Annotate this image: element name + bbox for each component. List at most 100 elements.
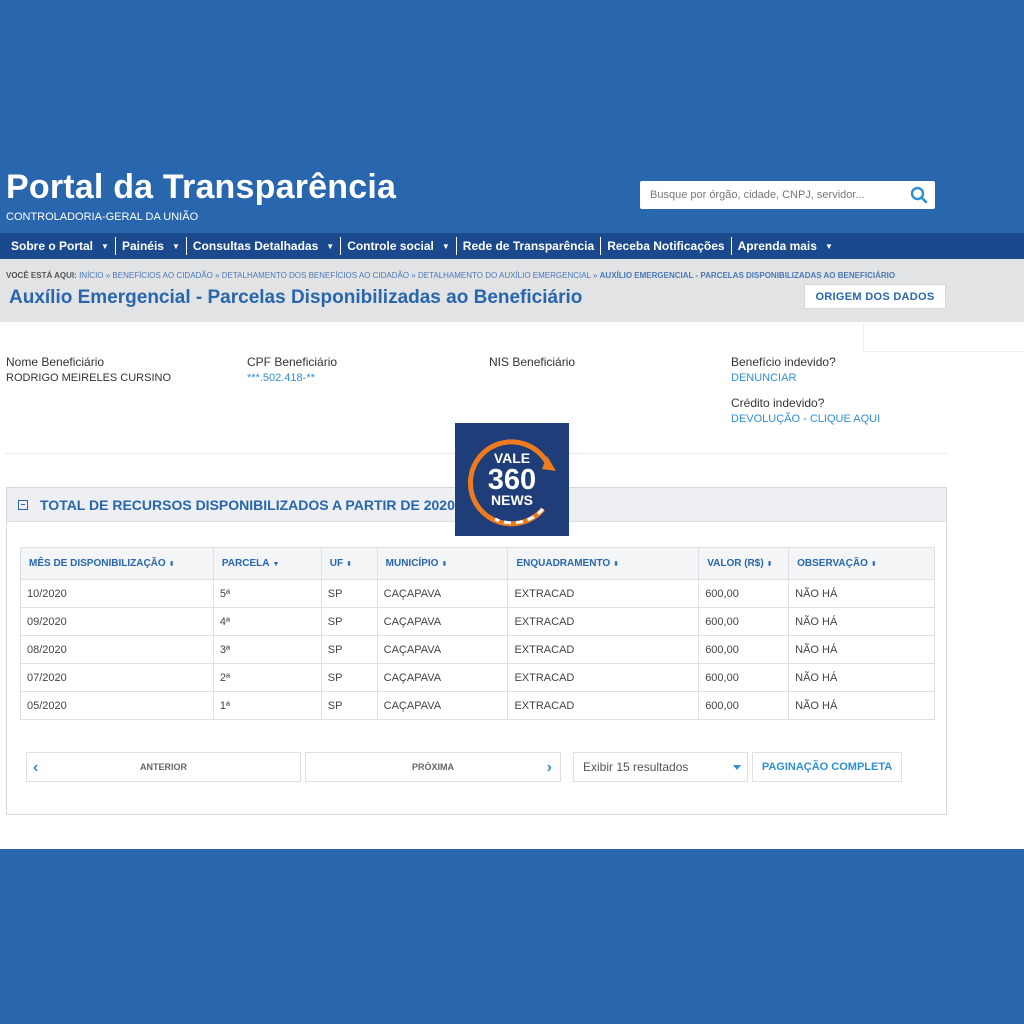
sort-icon: ⬍ <box>346 561 352 568</box>
cell-installment: 5ª <box>212 579 322 608</box>
cell-installment: 2ª <box>212 663 322 692</box>
column-header-observation[interactable]: OBSERVAÇÃO ⬍ <box>788 547 935 580</box>
table-row: 08/2020 3ª SP CAÇAPAVA EXTRACAD 600,00 NÃO HÁ <box>20 635 935 664</box>
logo-text-news: NEWS <box>491 492 533 508</box>
next-page-button[interactable]: PRÓXIMA › <box>305 752 561 782</box>
breadcrumb-path[interactable]: INÍCIO » BENEFÍCIOS AO CIDADÃO » DETALHA… <box>79 271 597 280</box>
table-row: 09/2020 4ª SP CAÇAPAVA EXTRACAD 600,00 NÃO HÁ <box>20 607 935 636</box>
breadcrumb-current: AUXÍLIO EMERGENCIAL - PARCELAS DISPONIBI… <box>599 271 896 280</box>
portal-title[interactable]: Portal da Transparência <box>6 168 396 207</box>
table-header-row: MÊS DE DISPONIBILIZAÇÃO ⬍ PARCELA ▼ UF ⬍ MU… <box>20 547 935 580</box>
nav-item-receba-notificacoes[interactable]: Receba Notificações <box>601 237 732 255</box>
cell-value: 600,00 <box>698 691 790 720</box>
table-row: 10/2020 5ª SP CAÇAPAVA EXTRACAD 600,00 NÃO HÁ <box>20 579 935 608</box>
column-header-classification[interactable]: ENQUADRAMENTO ⬍ <box>507 547 700 580</box>
cell-city: CAÇAPAVA <box>376 691 509 720</box>
table-row: 05/2020 1ª SP CAÇAPAVA EXTRACAD 600,00 NÃO HÁ <box>20 691 935 720</box>
chevron-down-icon: ▼ <box>171 241 180 251</box>
decorative-border <box>863 322 1024 352</box>
chevron-down-icon: ▼ <box>326 241 335 251</box>
page-title: Auxílio Emergencial - Parcelas Disponibi… <box>9 287 583 308</box>
origin-data-button[interactable]: ORIGEM DOS DADOS <box>804 284 946 309</box>
cell-month: 05/2020 <box>20 691 214 720</box>
name-label: Nome Beneficiário <box>6 355 105 369</box>
nav-item-sobre-o-portal[interactable]: Sobre o Portal ▼ <box>5 237 116 255</box>
page-content: VOCÊ ESTÁ AQUI: INÍCIO » BENEFÍCIOS AO C… <box>0 259 1024 849</box>
cell-observation: NÃO HÁ <box>788 635 935 664</box>
column-header-city[interactable]: MUNICÍPIO ⬍ <box>376 547 509 580</box>
sort-icon: ⬍ <box>766 561 773 568</box>
title-band: VOCÊ ESTÁ AQUI: INÍCIO » BENEFÍCIOS AO C… <box>0 259 1024 322</box>
page-size-select[interactable]: Exibir 15 resultados <box>573 752 748 782</box>
search-button[interactable] <box>908 184 930 206</box>
collapse-icon[interactable] <box>18 500 28 510</box>
denounce-link[interactable]: DENUNCIAR <box>731 372 796 384</box>
cell-classification: EXTRACAD <box>507 663 700 692</box>
cell-uf: SP <box>320 607 378 636</box>
column-header-uf[interactable]: UF ⬍ <box>320 547 378 580</box>
cell-uf: SP <box>320 635 378 664</box>
previous-page-button[interactable]: ‹ ANTERIOR <box>26 752 301 782</box>
cell-classification: EXTRACAD <box>507 635 700 664</box>
cell-observation: NÃO HÁ <box>788 691 935 720</box>
cell-value: 600,00 <box>698 607 790 636</box>
undue-credit-label: Crédito indevido? <box>731 396 825 410</box>
logo-graphic: VALE 360 NEWS <box>467 439 556 527</box>
cell-classification: EXTRACAD <box>507 691 700 720</box>
nis-label: NIS Beneficiário <box>489 355 576 369</box>
nav-item-consultas-detalhadas[interactable]: Consultas Detalhadas ▼ <box>187 237 342 255</box>
cell-uf: SP <box>320 663 378 692</box>
chevron-down-icon: ▼ <box>441 241 450 251</box>
cell-month: 07/2020 <box>20 663 214 692</box>
nav-item-controle-social[interactable]: Controle social ▼ <box>341 237 457 255</box>
cpf-value[interactable]: ***.502.418-** <box>247 372 315 384</box>
search-box <box>640 181 935 209</box>
nav-item-rede-de-transparencia[interactable]: Rede de Transparência <box>457 237 602 255</box>
cell-month: 10/2020 <box>20 579 214 608</box>
cell-month: 08/2020 <box>20 635 214 664</box>
column-header-month[interactable]: MÊS DE DISPONIBILIZAÇÃO ⬍ <box>20 547 214 580</box>
cell-city: CAÇAPAVA <box>376 663 509 692</box>
search-input[interactable] <box>640 181 902 209</box>
cell-uf: SP <box>320 691 378 720</box>
cell-observation: NÃO HÁ <box>788 607 935 636</box>
chevron-right-icon: › <box>546 759 552 776</box>
cell-value: 600,00 <box>698 579 790 608</box>
cell-installment: 4ª <box>212 607 322 636</box>
cpf-label: CPF Beneficiário <box>247 355 338 369</box>
sort-icon: ⬍ <box>870 561 877 568</box>
sort-desc-icon: ▼ <box>272 561 280 568</box>
breadcrumb: VOCÊ ESTÁ AQUI: INÍCIO » BENEFÍCIOS AO C… <box>6 271 895 280</box>
cell-observation: NÃO HÁ <box>788 579 935 608</box>
cell-city: CAÇAPAVA <box>376 635 509 664</box>
cell-city: CAÇAPAVA <box>376 579 509 608</box>
portal-subtitle: CONTROLADORIA-GERAL DA UNIÃO <box>6 211 199 223</box>
resources-panel: TOTAL DE RECURSOS DISPONIBILIZADOS A PAR… <box>6 487 947 815</box>
chevron-left-icon: ‹ <box>33 759 39 776</box>
column-header-installment[interactable]: PARCELA ▼ <box>212 547 322 580</box>
name-value: RODRIGO MEIRELES CURSINO <box>6 372 172 384</box>
table-row: 07/2020 2ª SP CAÇAPAVA EXTRACAD 600,00 NÃO HÁ <box>20 663 935 692</box>
main-nav: Sobre o Portal ▼ Painéis ▼ Consultas Detal… <box>0 233 1024 259</box>
chevron-down-icon <box>733 765 741 770</box>
breadcrumb-lead: VOCÊ ESTÁ AQUI: <box>6 271 77 280</box>
panel-title: TOTAL DE RECURSOS DISPONIBILIZADOS A PAR… <box>40 497 455 513</box>
column-header-value[interactable]: VALOR (R$) ⬍ <box>698 547 790 580</box>
chevron-down-icon: ▼ <box>101 241 109 251</box>
chevron-down-icon: ▼ <box>824 241 833 251</box>
vale-360-news-logo: VALE 360 NEWS <box>455 423 569 536</box>
sort-icon: ⬍ <box>168 561 175 568</box>
cell-uf: SP <box>320 579 378 608</box>
cell-value: 600,00 <box>698 663 790 692</box>
cell-classification: EXTRACAD <box>507 607 700 636</box>
full-pagination-button[interactable]: PAGINAÇÃO COMPLETA <box>752 752 902 782</box>
site-header: Portal da Transparência CONTROLADORIA-GE… <box>0 160 1024 233</box>
nav-item-aprenda-mais[interactable]: Aprenda mais ▼ <box>732 237 839 255</box>
refund-link[interactable]: DEVOLUÇÃO - CLIQUE AQUI <box>731 413 880 425</box>
sort-icon: ⬍ <box>441 561 448 568</box>
undue-benefit-label: Benefício indevido? <box>731 355 836 369</box>
nav-item-paineis[interactable]: Painéis ▼ <box>116 237 187 255</box>
cell-month: 09/2020 <box>20 607 214 636</box>
search-icon <box>910 186 928 204</box>
cell-value: 600,00 <box>698 635 790 664</box>
